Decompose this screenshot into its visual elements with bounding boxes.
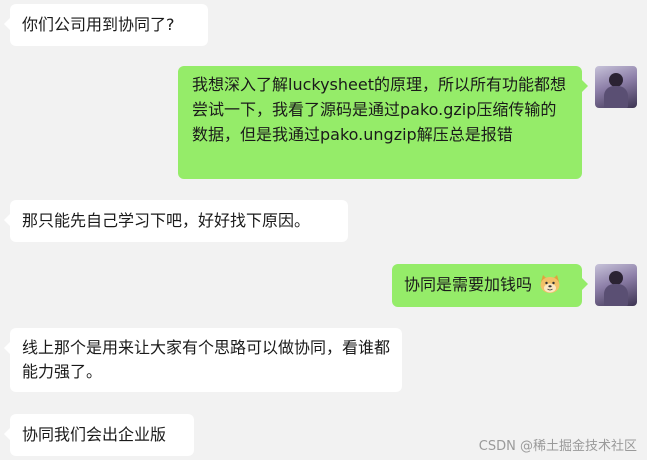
message-bubble[interactable]: 你们公司用到协同了? — [4, 4, 208, 46]
avatar-head-icon — [609, 271, 623, 285]
avatar-head-icon — [609, 73, 623, 87]
message-text: 你们公司用到协同了? — [22, 15, 175, 34]
message-bubble[interactable]: 那只能先自己学习下吧，好好找下原因。 — [4, 200, 348, 242]
message-text: 协同是需要加钱吗 — [404, 275, 533, 294]
message-bubble[interactable]: 我想深入了解luckysheet的原理，所以所有功能都想尝试一下，我看了源码是通… — [178, 66, 588, 179]
message-text: 我想深入了解luckysheet的原理，所以所有功能都想尝试一下，我看了源码是通… — [192, 75, 566, 144]
user-avatar[interactable] — [595, 264, 637, 306]
avatar-body-icon — [604, 86, 628, 108]
message-text: 协同我们会出企业版 — [22, 425, 167, 444]
message-text: 那只能先自己学习下吧，好好找下原因。 — [22, 211, 311, 230]
user-avatar[interactable] — [595, 66, 637, 108]
message-bubble[interactable]: 协同我们会出企业版 — [4, 414, 194, 456]
avatar-body-icon — [604, 284, 628, 306]
dog-face-emoji-icon — [540, 275, 560, 293]
watermark-text: CSDN @稀土掘金技术社区 — [478, 439, 637, 454]
message-text: 线上那个是用来让大家有个思路可以做协同，看谁都能力强了。 — [22, 338, 391, 381]
message-bubble[interactable]: 协同是需要加钱吗 — [392, 264, 588, 307]
message-bubble[interactable]: 线上那个是用来让大家有个思路可以做协同，看谁都能力强了。 — [4, 328, 402, 392]
